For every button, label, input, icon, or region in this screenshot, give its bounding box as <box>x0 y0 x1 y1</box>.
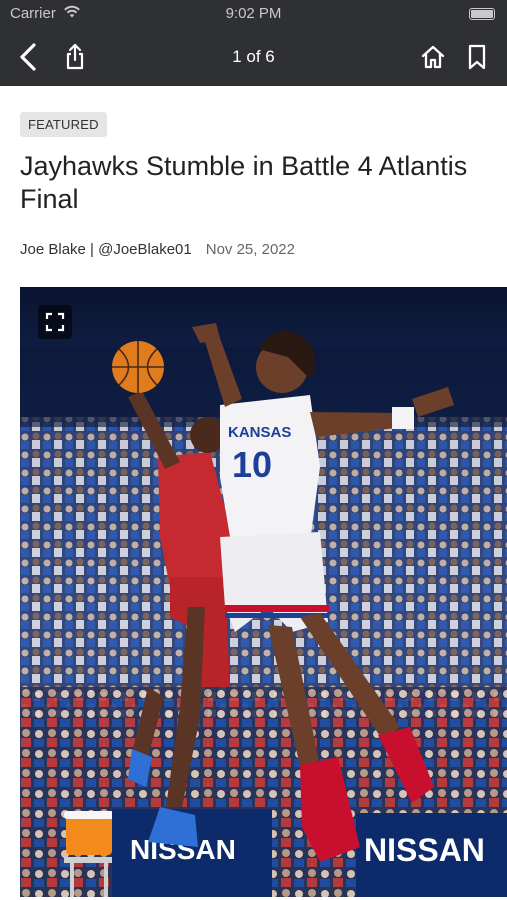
home-button[interactable] <box>416 40 450 74</box>
chevron-left-icon <box>20 43 36 71</box>
navigation-bar: 1 of 6 <box>0 28 507 86</box>
publish-date: Nov 25, 2022 <box>205 241 295 258</box>
article-byline: Joe Blake | @JoeBlake01 Nov 25, 2022 <box>20 241 295 258</box>
status-time: 9:02 PM <box>225 5 282 22</box>
bookmark-button[interactable] <box>460 40 494 74</box>
status-bar: Carrier 9:02 PM <box>0 0 507 28</box>
article-headline: Jayhawks Stumble in Battle 4 Atlantis Fi… <box>20 151 468 214</box>
battery-icon <box>469 8 495 20</box>
page-counter: 1 of 6 <box>232 47 275 66</box>
expand-icon <box>45 312 65 332</box>
hero-photo[interactable]: NISSAN NISSAN KANSAS 10 <box>20 287 507 897</box>
jersey-name: KANSAS <box>228 424 291 441</box>
share-icon <box>66 43 84 70</box>
home-icon <box>421 45 445 69</box>
featured-badge: FEATURED <box>20 112 107 137</box>
expand-photo-button[interactable] <box>38 305 72 339</box>
sponsor-board-right: NISSAN <box>364 832 485 868</box>
jersey-number: 10 <box>232 444 272 485</box>
back-button[interactable] <box>12 40 46 74</box>
author-label: Joe Blake | @JoeBlake01 <box>20 241 192 258</box>
bookmark-icon <box>468 44 486 70</box>
article-content: FEATURED Jayhawks Stumble in Battle 4 At… <box>0 86 507 900</box>
basketball-scene: NISSAN NISSAN KANSAS 10 <box>20 287 507 897</box>
share-button[interactable] <box>58 40 92 74</box>
